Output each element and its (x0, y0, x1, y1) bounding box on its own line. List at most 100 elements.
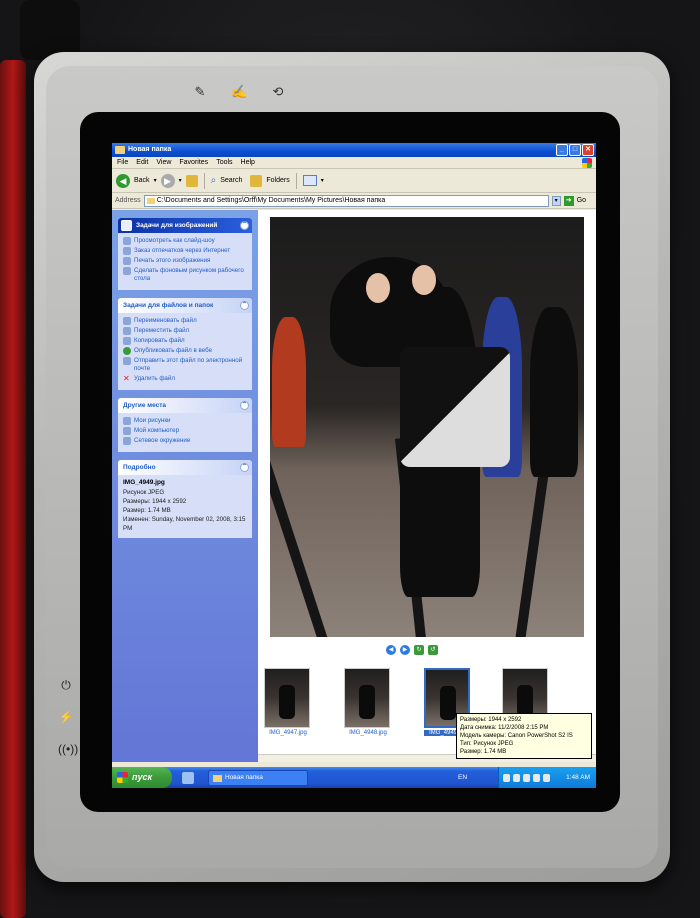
address-label: Address (115, 197, 141, 204)
move-icon (123, 327, 131, 335)
panel-header[interactable]: Другие места ⌃ (118, 398, 252, 413)
windows-logo-icon (582, 158, 592, 168)
task-label: Переместить файл (134, 327, 190, 334)
forward-arrow-icon[interactable]: ▶ (160, 173, 175, 188)
rename-icon (123, 317, 131, 325)
task-delete[interactable]: ✕ Удалить файл (123, 375, 247, 383)
menu-edit[interactable]: Edit (136, 157, 148, 168)
address-input[interactable]: C:\Documents and Settings\Orff\My Docume… (143, 194, 549, 207)
task-print[interactable]: Печать этого изображения (123, 257, 247, 265)
place-my-computer[interactable]: Мой компьютер (123, 427, 247, 435)
place-my-pictures[interactable]: Мои рисунки (123, 417, 247, 425)
details-panel: Подробно ⌃ IMG_4949.jpg Рисунок JPEG Раз… (118, 460, 252, 538)
my-computer-icon (123, 427, 131, 435)
pen-button-icon[interactable]: ✎ (192, 84, 208, 100)
task-slideshow[interactable]: Просмотреть как слайд-шоу (123, 237, 247, 245)
taskbar-window-button[interactable]: Новая папка (208, 769, 308, 786)
collapse-chevron-icon[interactable]: ⌃ (240, 463, 249, 472)
tooltip-line: Размер: 1.74 MB (460, 749, 507, 755)
menu-help[interactable]: Help (241, 157, 255, 168)
rotate-counterclockwise-icon[interactable]: ↺ (428, 645, 438, 655)
folders-icon[interactable] (250, 174, 263, 187)
journal-button-icon[interactable]: ✍ (231, 84, 247, 100)
minimize-button[interactable]: _ (556, 144, 568, 156)
menu-favorites[interactable]: Favorites (179, 157, 208, 168)
battery-icon: ⚡ (58, 710, 74, 724)
slideshow-icon (123, 237, 131, 245)
menu-view[interactable]: View (156, 157, 171, 168)
place-label: Мой компьютер (134, 427, 180, 434)
menu-file[interactable]: File (117, 157, 128, 168)
tray-battery-icon[interactable] (503, 773, 510, 782)
views-icon[interactable] (302, 175, 317, 186)
tray-pen-icon[interactable] (543, 773, 550, 782)
task-order-prints[interactable]: Заказ отпечатков через Интернет (123, 247, 247, 255)
place-network[interactable]: Сетевое окружение (123, 437, 247, 445)
panel-header[interactable]: Задачи для файлов и папок ⌃ (118, 298, 252, 313)
task-copy[interactable]: Копировать файл (123, 337, 247, 345)
thumbnail[interactable]: IMG_4947.jpg (264, 668, 312, 736)
thumbnail[interactable]: IMG_4948.jpg (344, 668, 392, 736)
details-size: Размер: 1.74 MB (123, 507, 171, 514)
maximize-button[interactable]: □ (569, 144, 581, 156)
cable (20, 0, 80, 60)
place-label: Мои рисунки (134, 417, 171, 424)
search-icon[interactable]: ⌕ (211, 175, 217, 186)
rotate-clockwise-icon[interactable]: ↻ (414, 645, 424, 655)
back-arrow-icon[interactable]: ◀ (116, 173, 130, 188)
details-dimensions: Размеры: 1944 x 2592 (123, 498, 187, 505)
tray-volume-icon[interactable] (523, 773, 530, 782)
search-button-label[interactable]: Search (220, 177, 242, 184)
task-label: Удалить файл (134, 375, 175, 382)
clock[interactable]: 1:48 AM (566, 767, 590, 788)
task-rename[interactable]: Переименовать файл (123, 317, 247, 325)
window-titlebar[interactable]: Новая папка _ □ ✕ (112, 143, 596, 157)
task-label: Переименовать файл (134, 317, 197, 324)
task-email[interactable]: Отправить этот файл по электронной почте (123, 357, 247, 373)
start-button[interactable]: пуск (112, 767, 172, 788)
task-move[interactable]: Переместить файл (123, 327, 247, 335)
views-dropdown-icon[interactable]: ▾ (321, 177, 324, 184)
tray-network-icon[interactable] (513, 773, 520, 782)
red-strap (0, 60, 26, 918)
close-button[interactable]: ✕ (582, 144, 594, 156)
quicklaunch-desktop-icon[interactable] (182, 771, 194, 784)
file-info-tooltip: Размеры: 1944 x 2592 Дата снимка: 11/2/2… (456, 713, 592, 759)
preview-photo[interactable] (270, 217, 584, 637)
copy-icon (123, 337, 131, 345)
thumbnail-image (264, 668, 310, 728)
address-dropdown-icon[interactable]: ▾ (551, 195, 561, 206)
panel-header[interactable]: Подробно ⌃ (118, 460, 252, 475)
printer-icon (123, 257, 131, 265)
task-label: Заказ отпечатков через Интернет (134, 247, 231, 254)
previous-image-icon[interactable]: ◀ (386, 645, 396, 655)
back-dropdown-icon[interactable]: ▾ (154, 177, 157, 184)
other-places-panel: Другие места ⌃ Мои рисунки Мой компьютер… (118, 398, 252, 452)
language-indicator[interactable]: EN (458, 774, 467, 781)
panel-header[interactable]: Задачи для изображений ⌃ (118, 218, 252, 233)
forward-dropdown-icon[interactable]: ▾ (179, 177, 182, 184)
task-label: Печать этого изображения (134, 257, 211, 264)
go-arrow-icon[interactable]: ➜ (563, 195, 574, 206)
menu-tools[interactable]: Tools (216, 157, 232, 168)
up-folder-icon[interactable] (185, 174, 198, 187)
collapse-chevron-icon[interactable]: ⌃ (240, 301, 249, 310)
details-filename: IMG_4949.jpg (123, 479, 165, 486)
folder-icon (213, 774, 222, 782)
next-image-icon[interactable]: ▶ (400, 645, 410, 655)
picture-tasks-icon (121, 220, 132, 231)
folders-button-label[interactable]: Folders (266, 177, 289, 184)
go-button-label[interactable]: Go (577, 197, 586, 204)
address-path: C:\Documents and Settings\Orff\My Docume… (156, 196, 386, 204)
back-button-label[interactable]: Back (134, 177, 150, 184)
man-face (412, 265, 436, 295)
collapse-chevron-icon[interactable]: ⌃ (240, 221, 249, 230)
task-publish[interactable]: Опубликовать файл в вебе (123, 347, 247, 355)
windows-logo-icon (117, 772, 128, 783)
tray-security-icon[interactable] (533, 773, 540, 782)
collapse-chevron-icon[interactable]: ⌃ (240, 401, 249, 410)
order-prints-icon (123, 247, 131, 255)
place-label: Сетевое окружение (134, 437, 191, 444)
rotate-button-icon[interactable]: ⟲ (270, 84, 286, 100)
task-set-wallpaper[interactable]: Сделать фоновым рисунком рабочего стола (123, 267, 247, 283)
